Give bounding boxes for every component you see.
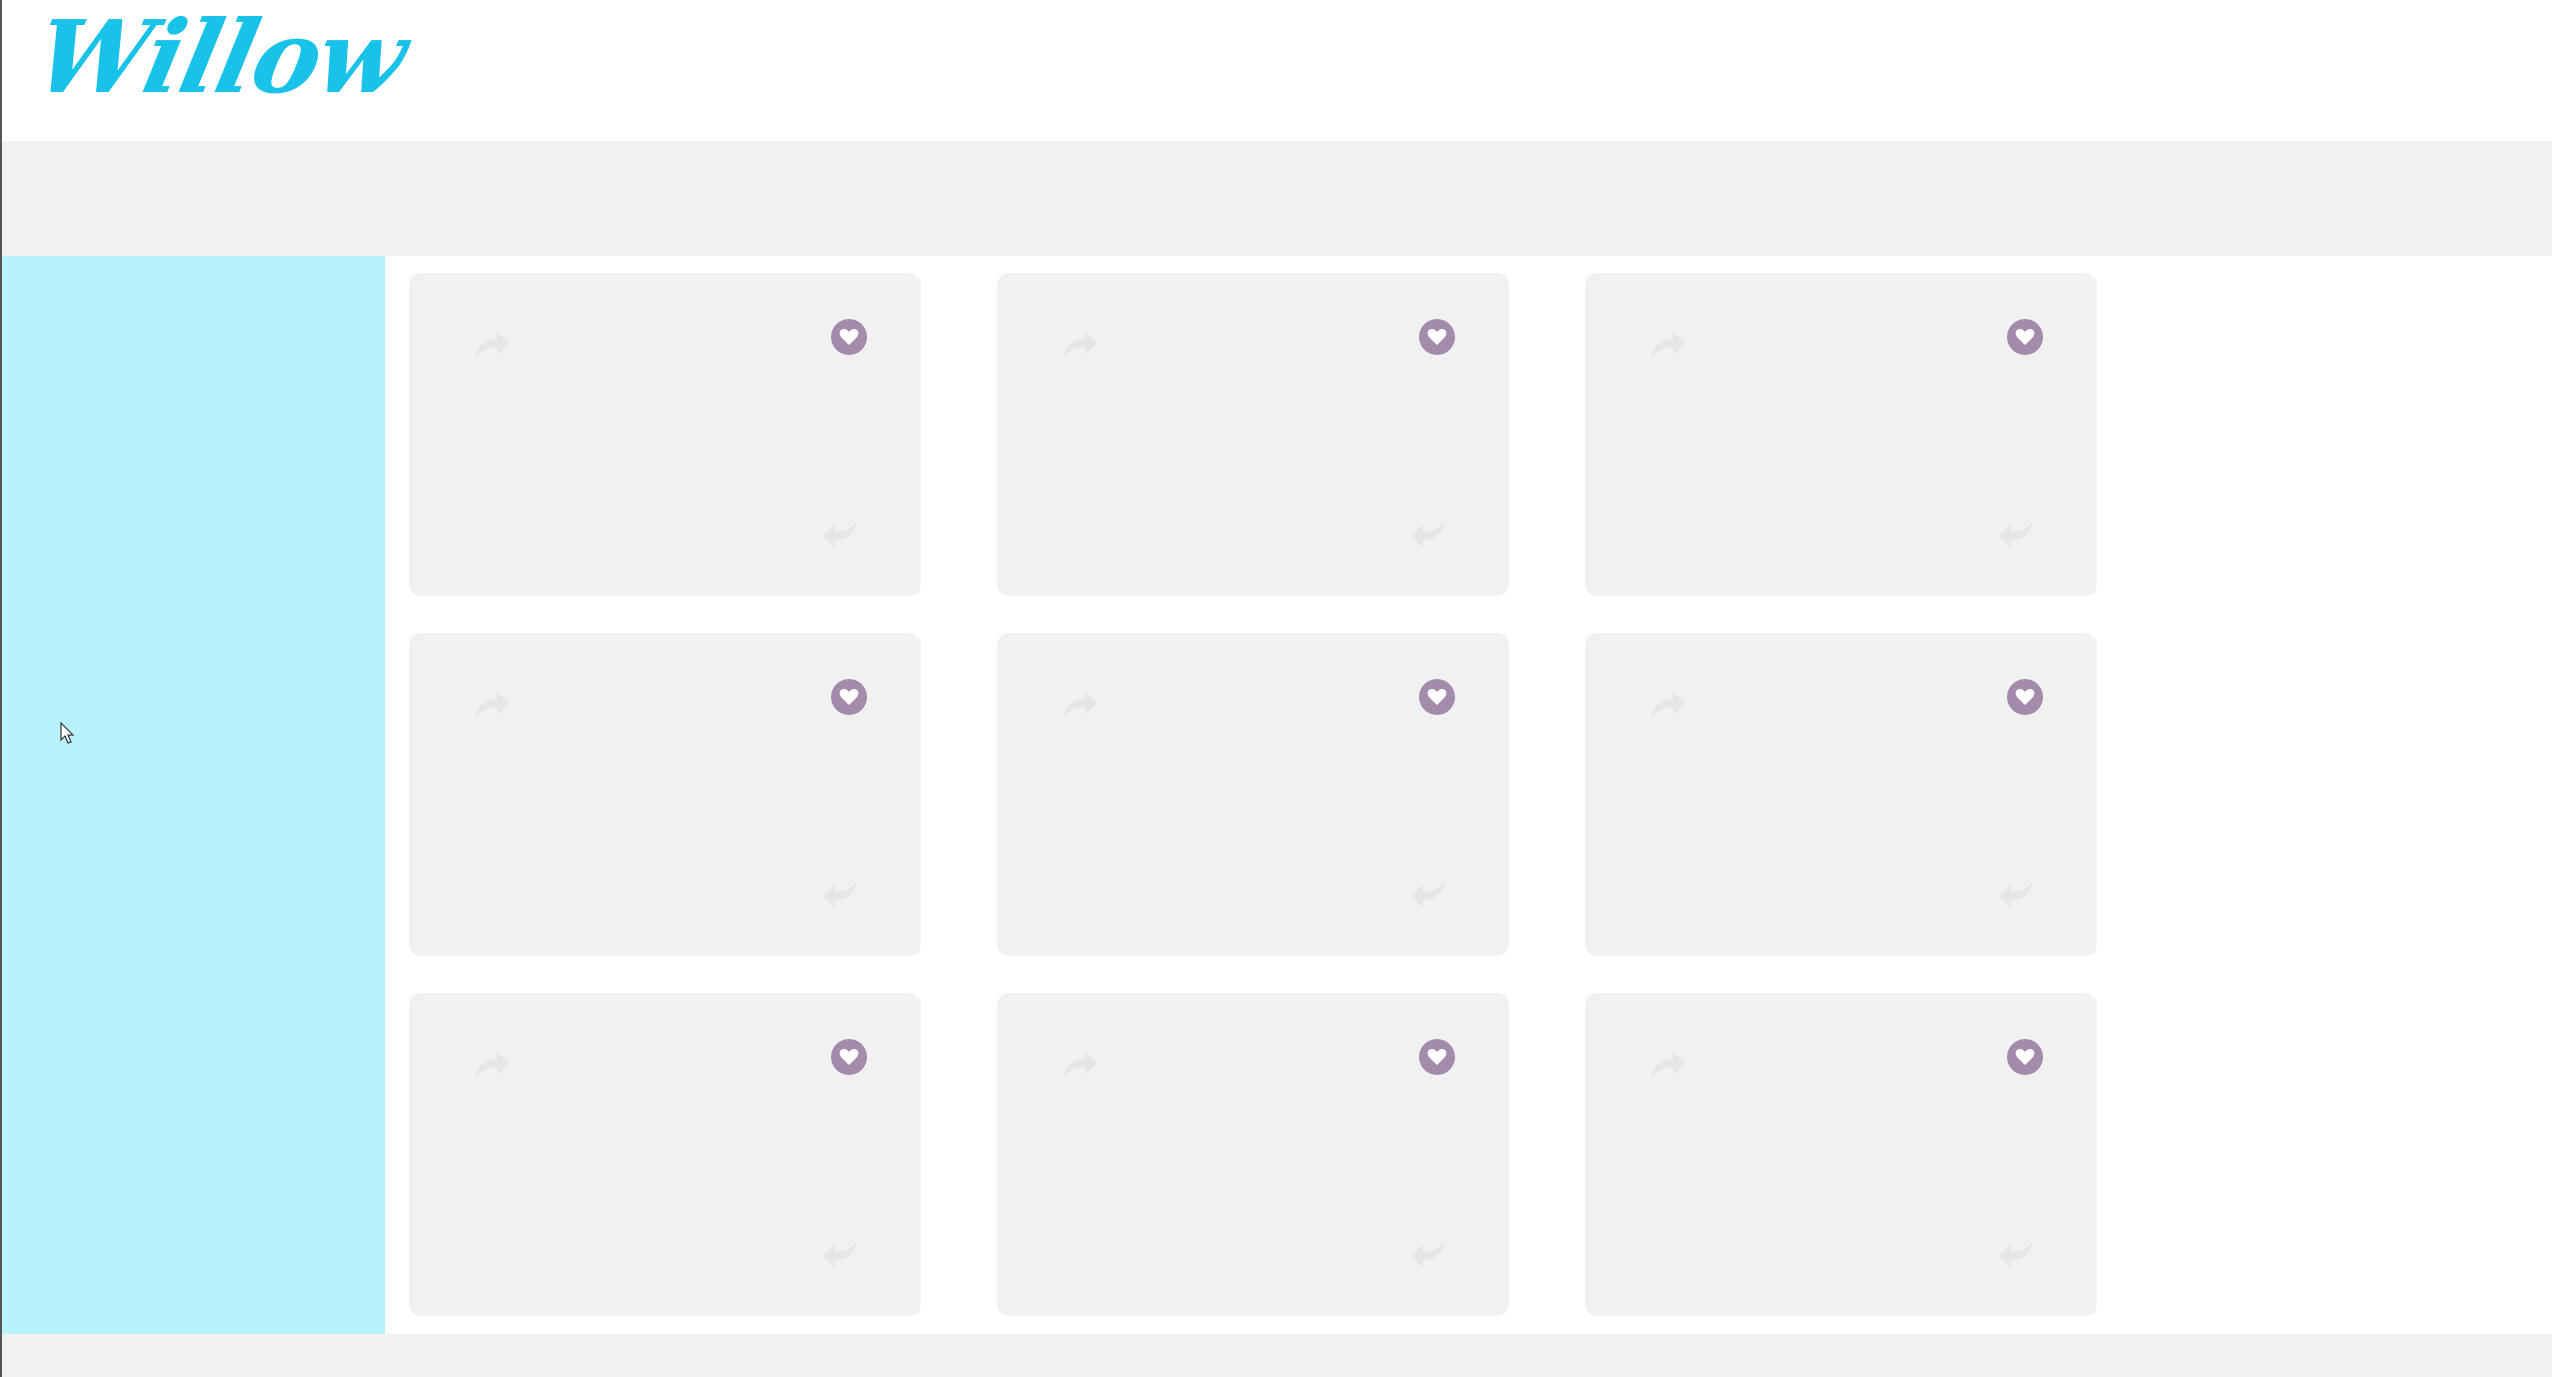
heart-icon [2015, 688, 2035, 705]
share-icon[interactable] [469, 1043, 513, 1087]
heart-icon [839, 328, 859, 345]
share-icon[interactable] [469, 323, 513, 367]
logo[interactable]: Willow [25, 0, 415, 116]
card[interactable] [997, 273, 1509, 596]
share-icon[interactable] [1645, 323, 1689, 367]
card[interactable] [409, 633, 921, 956]
sidebar [0, 256, 385, 1334]
share-icon[interactable] [1645, 1043, 1689, 1087]
header: Willow [0, 0, 2552, 141]
card[interactable] [1585, 633, 2097, 956]
share-icon[interactable] [469, 683, 513, 727]
reply-icon[interactable] [819, 874, 863, 918]
card[interactable] [997, 633, 1509, 956]
heart-icon [839, 688, 859, 705]
mouse-cursor-icon [60, 722, 75, 744]
card[interactable] [409, 273, 921, 596]
share-icon[interactable] [1057, 683, 1101, 727]
footer [0, 1334, 2552, 1377]
reply-icon[interactable] [819, 514, 863, 558]
favorite-button[interactable] [1419, 1039, 1455, 1075]
favorite-button[interactable] [2007, 679, 2043, 715]
share-icon[interactable] [1057, 1043, 1101, 1087]
reply-icon[interactable] [1407, 514, 1451, 558]
reply-icon[interactable] [1407, 1234, 1451, 1278]
card[interactable] [1585, 993, 2097, 1316]
favorite-button[interactable] [1419, 679, 1455, 715]
favorite-button[interactable] [831, 679, 867, 715]
favorite-button[interactable] [1419, 319, 1455, 355]
card-grid [385, 256, 2552, 1334]
heart-icon [1427, 1048, 1447, 1065]
favorite-button[interactable] [2007, 319, 2043, 355]
favorite-button[interactable] [831, 319, 867, 355]
share-icon[interactable] [1057, 323, 1101, 367]
card[interactable] [1585, 273, 2097, 596]
card[interactable] [409, 993, 921, 1316]
share-icon[interactable] [1645, 683, 1689, 727]
reply-icon[interactable] [1407, 874, 1451, 918]
heart-icon [2015, 1048, 2035, 1065]
card[interactable] [997, 993, 1509, 1316]
favorite-button[interactable] [831, 1039, 867, 1075]
heart-icon [839, 1048, 859, 1065]
reply-icon[interactable] [819, 1234, 863, 1278]
favorite-button[interactable] [2007, 1039, 2043, 1075]
toolbar [0, 141, 2552, 256]
heart-icon [1427, 328, 1447, 345]
heart-icon [1427, 688, 1447, 705]
heart-icon [2015, 328, 2035, 345]
reply-icon[interactable] [1995, 874, 2039, 918]
reply-icon[interactable] [1995, 514, 2039, 558]
reply-icon[interactable] [1995, 1234, 2039, 1278]
